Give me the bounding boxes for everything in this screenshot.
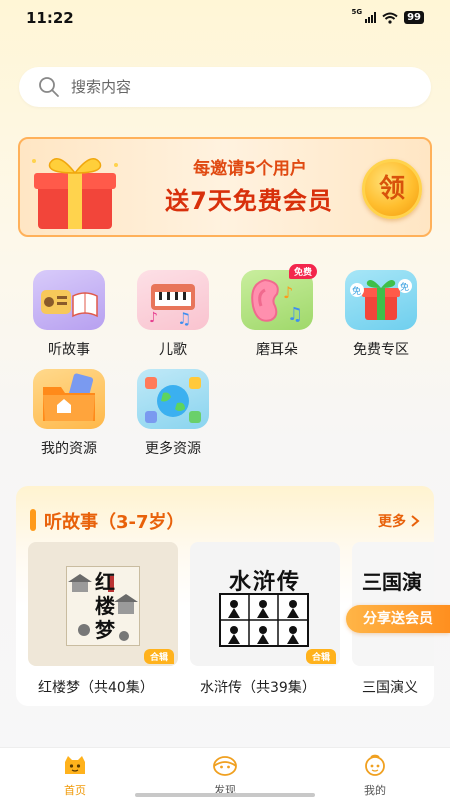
- banner-headline: 每邀请5个用户: [193, 159, 307, 179]
- category-label: 更多资源: [145, 441, 201, 457]
- book-card[interactable]: 水浒传 合辑 水浒传（共39集）: [190, 542, 340, 697]
- svg-text:免: 免: [352, 285, 361, 297]
- free-tag: 免费: [288, 264, 317, 279]
- story-section: 听故事（3-7岁） 更多 红楼梦 合辑 红楼梦（共40集） 水浒传 合辑 水浒传…: [16, 486, 434, 706]
- more-label: 更多: [378, 514, 406, 530]
- svg-text:♪: ♪: [149, 310, 158, 326]
- book-cover-title: 红楼梦: [95, 570, 115, 642]
- book-title: 红楼梦（共40集）: [38, 680, 154, 696]
- search-input[interactable]: [71, 78, 371, 96]
- collection-badge: 合辑: [143, 649, 174, 664]
- status-icons: 5G 99: [351, 7, 424, 24]
- book-title: 三国演义: [362, 680, 418, 696]
- svg-text:♪: ♪: [283, 283, 293, 302]
- piano-icon: ♪ ♫: [149, 284, 195, 328]
- book-cover: 三国演: [352, 542, 434, 666]
- bottom-tab-bar: 首页 发现 我的: [0, 747, 450, 800]
- category-label: 免费专区: [353, 342, 409, 358]
- home-face-icon: [65, 756, 85, 774]
- category-label: 儿歌: [159, 342, 187, 358]
- more-link[interactable]: 更多: [378, 511, 420, 531]
- profile-face-icon: [365, 754, 385, 776]
- status-time: 11:22: [26, 9, 74, 27]
- search-bar[interactable]: [19, 67, 431, 107]
- category-free-zone[interactable]: 免 免 免费专区: [336, 270, 426, 359]
- network-type: 5G: [351, 7, 363, 16]
- category-listen-story[interactable]: 听故事: [24, 270, 114, 359]
- tab-label: 首页: [64, 784, 86, 797]
- globe-apps-icon: [145, 377, 201, 423]
- banner-offer: 送7天免费会员: [165, 187, 333, 215]
- category-label: 我的资源: [41, 441, 97, 457]
- book-cover: 红楼梦 合辑: [28, 542, 178, 666]
- claim-button[interactable]: 领: [362, 159, 422, 219]
- wifi-icon: [382, 12, 398, 24]
- book-title: 水浒传（共39集）: [200, 680, 316, 696]
- category-label: 磨耳朵: [256, 342, 298, 358]
- section-title: 听故事（3-7岁）: [44, 512, 185, 533]
- category-my-resources[interactable]: 我的资源: [24, 369, 114, 458]
- gift-box-icon: 免 免: [350, 279, 412, 320]
- folder-home-icon: [43, 373, 95, 421]
- svg-text:免: 免: [400, 281, 409, 293]
- category-ear-training[interactable]: ♪ ♫ 免费 磨耳朵: [232, 264, 322, 359]
- invite-banner[interactable]: 每邀请5个用户 送7天免费会员 领: [18, 137, 432, 237]
- status-bar: 11:22 5G 99: [0, 0, 450, 36]
- home-indicator: [135, 793, 315, 797]
- book-card[interactable]: 红楼梦 合辑 红楼梦（共40集）: [28, 542, 178, 697]
- tab-label: 我的: [364, 784, 386, 797]
- woodcut-figures-icon: [219, 593, 309, 647]
- tab-mine[interactable]: 我的: [325, 754, 425, 798]
- book-cover: 水浒传 合辑: [190, 542, 340, 666]
- tab-discover[interactable]: 发现: [175, 754, 275, 798]
- gift-box-icon: [32, 158, 118, 229]
- category-nursery-rhymes[interactable]: ♪ ♫ 儿歌: [128, 270, 218, 359]
- chevron-right-icon: [411, 515, 420, 527]
- radio-book-icon: [41, 290, 98, 318]
- book-cover-title: 三国演: [362, 570, 422, 594]
- section-accent-bar: [30, 509, 36, 531]
- svg-text:♫: ♫: [177, 309, 191, 328]
- battery-indicator: 99: [404, 11, 424, 24]
- collection-badge: 合辑: [305, 649, 336, 664]
- signal-icon: [365, 12, 377, 23]
- share-membership-button[interactable]: 分享送会员: [346, 605, 450, 633]
- category-more-resources[interactable]: 更多资源: [128, 369, 218, 458]
- svg-text:♫: ♫: [287, 304, 303, 325]
- search-icon: [39, 77, 59, 97]
- category-label: 听故事: [48, 342, 90, 358]
- tab-home[interactable]: 首页: [25, 754, 125, 798]
- discover-face-icon: [213, 756, 237, 776]
- ear-music-icon: ♪ ♫: [251, 278, 303, 325]
